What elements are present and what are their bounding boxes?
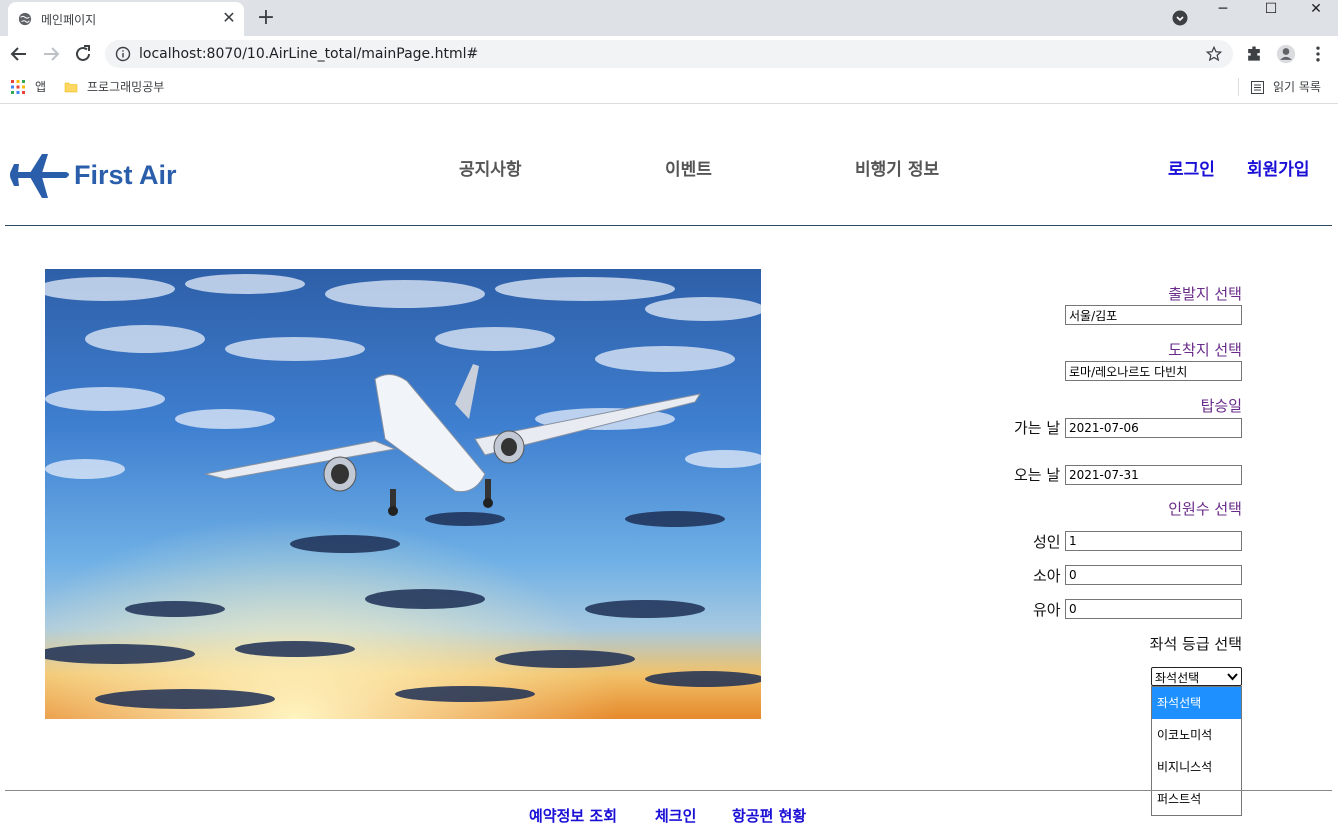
address-bar[interactable]: localhost:8070/10.AirLine_total/mainPage… (105, 40, 1233, 68)
infant-count-input[interactable] (1065, 599, 1242, 619)
globe-icon (18, 12, 32, 26)
departure-label: 출발지 선택 (1168, 285, 1242, 303)
reload-icon[interactable] (71, 42, 95, 66)
footer-reservation-lookup[interactable]: 예약정보 조회 (529, 805, 617, 826)
reading-list-icon (1251, 81, 1264, 94)
footer-checkin[interactable]: 체크인 (655, 805, 696, 826)
browser-toolbar: localhost:8070/10.AirLine_total/mainPage… (0, 36, 1338, 72)
bookmark-folder-programming[interactable]: 프로그래밍공부 (87, 78, 164, 95)
infant-label: 유아 (1033, 601, 1061, 619)
airplane-logo-icon (10, 154, 69, 198)
chevron-down-icon (1227, 673, 1238, 681)
new-tab-button[interactable]: + (254, 6, 278, 30)
profile-avatar-icon[interactable] (1276, 44, 1296, 64)
tab-search-icon[interactable] (1172, 10, 1188, 26)
url-text: localhost:8070/10.AirLine_total/mainPage… (139, 46, 479, 62)
child-label: 소아 (1033, 567, 1061, 585)
apps-grid-icon[interactable] (11, 80, 25, 94)
browser-tab[interactable]: 메인페이지 ✕ (8, 2, 244, 36)
go-date-input[interactable] (1065, 418, 1242, 438)
adult-label: 성인 (1033, 533, 1061, 551)
info-icon[interactable] (115, 46, 131, 62)
logo-text: First Air (74, 160, 177, 190)
return-date-label: 오는 날 (1014, 466, 1061, 484)
boarding-date-label: 탑승일 (1200, 397, 1242, 415)
close-icon[interactable]: ✕ (220, 9, 238, 27)
signup-link[interactable]: 회원가입 (1247, 155, 1310, 180)
forward-icon[interactable] (39, 42, 63, 66)
back-icon[interactable] (7, 42, 31, 66)
seat-option[interactable]: 비지니스석 (1152, 751, 1241, 783)
seat-option[interactable]: 퍼스트석 (1152, 783, 1241, 815)
seat-class-selected-value: 좌석선택 (1155, 671, 1200, 685)
seat-class-select[interactable]: 좌석선택 (1151, 667, 1242, 686)
footer-flight-status[interactable]: 항공편 현황 (732, 805, 806, 826)
tab-title: 메인페이지 (41, 13, 97, 27)
return-date-input[interactable] (1065, 465, 1242, 485)
bookmark-star-icon[interactable] (1205, 45, 1223, 63)
window-close-button[interactable]: ✕ (1293, 0, 1338, 30)
departure-input[interactable] (1065, 305, 1242, 325)
reading-list-button[interactable]: 읽기 목록 (1273, 78, 1321, 95)
footer-divider (5, 790, 1332, 791)
nav-aircraft-info[interactable]: 비행기 정보 (855, 155, 939, 180)
passenger-count-label: 인원수 선택 (1168, 500, 1242, 518)
bookmark-divider (1238, 78, 1239, 96)
nav-notice[interactable]: 공지사항 (459, 155, 522, 180)
seat-class-dropdown: 좌석선택 이코노미석 비지니스석 퍼스트석 (1151, 686, 1242, 816)
arrival-label: 도착지 선택 (1168, 341, 1242, 359)
folder-icon (64, 82, 78, 93)
more-menu-icon[interactable] (1308, 44, 1328, 64)
arrival-input[interactable] (1065, 361, 1242, 381)
header-divider (5, 225, 1332, 226)
seat-option[interactable]: 좌석선택 (1152, 687, 1241, 719)
login-link[interactable]: 로그인 (1168, 155, 1215, 180)
bookmark-apps[interactable]: 앱 (35, 78, 46, 95)
child-count-input[interactable] (1065, 565, 1242, 585)
seat-class-label: 좌석 등급 선택 (1149, 635, 1242, 653)
page-content: First Air 공지사항 이벤트 비행기 정보 로그인 회원가입 출발지 선… (0, 105, 1338, 838)
go-date-label: 가는 날 (1014, 419, 1061, 437)
site-logo[interactable]: First Air (8, 152, 178, 202)
seat-option[interactable]: 이코노미석 (1152, 719, 1241, 751)
hero-airplane-image (45, 269, 761, 719)
adult-count-input[interactable] (1065, 531, 1242, 551)
extensions-icon[interactable] (1244, 44, 1264, 64)
minimize-button[interactable]: ─ (1200, 0, 1246, 30)
bookmarks-bar: 앱 프로그래밍공부 읽기 목록 (0, 72, 1338, 104)
browser-tab-strip: 메인페이지 ✕ + ─ ☐ ✕ (0, 0, 1338, 36)
nav-event[interactable]: 이벤트 (665, 155, 712, 180)
maximize-button[interactable]: ☐ (1248, 0, 1294, 30)
